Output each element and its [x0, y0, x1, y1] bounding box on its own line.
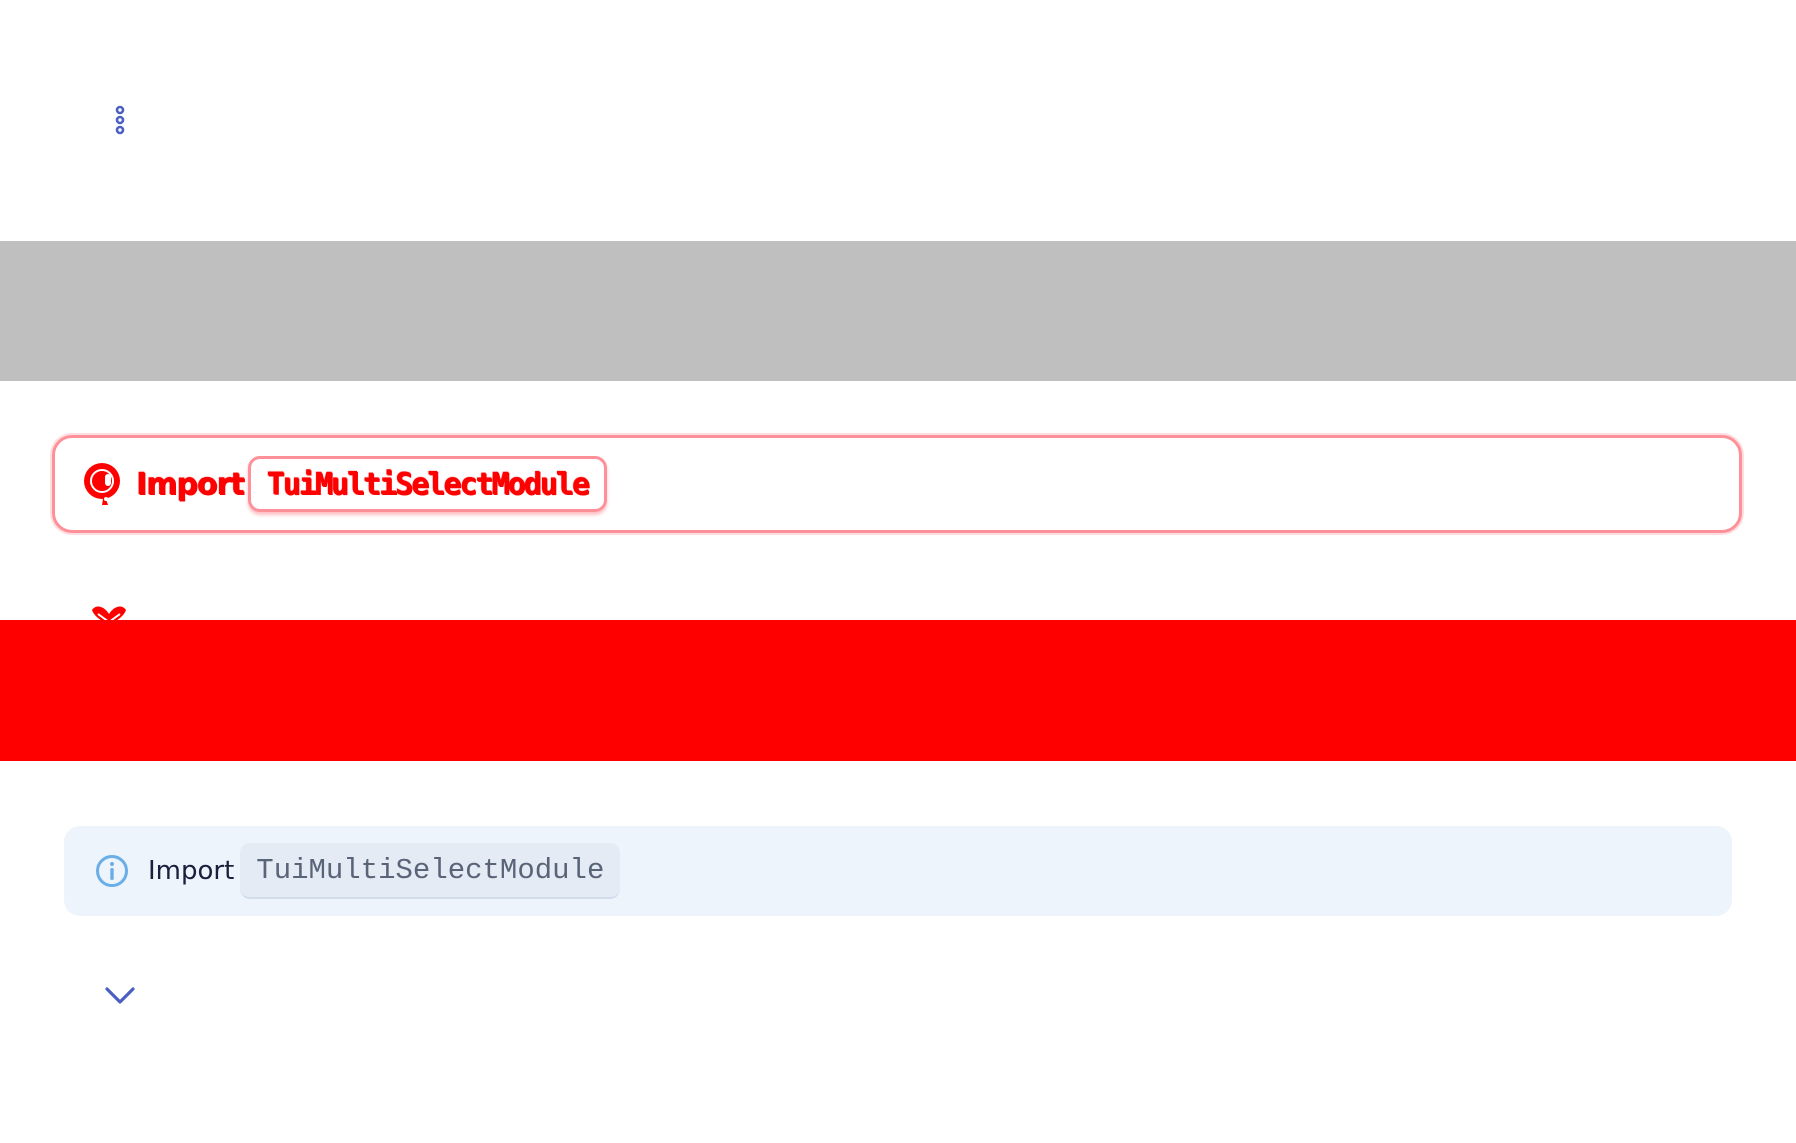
- kebab-vertical-icon[interactable]: [106, 96, 134, 144]
- import-notice: Import TuiMultiSelectModule: [64, 826, 1732, 916]
- import-label: Import: [136, 466, 245, 502]
- highlighted-import-notice: Import TuiMultiSelectModule: [52, 435, 1742, 533]
- top-card: [0, 0, 1796, 240]
- module-code: TuiMultiSelectModule: [247, 456, 607, 512]
- gray-band: [0, 241, 1796, 381]
- page: Import TuiMultiSelectModule Import TuiMu…: [0, 0, 1796, 1143]
- import-label: Import: [148, 856, 235, 886]
- info-icon: [82, 459, 126, 509]
- red-band: [0, 620, 1796, 761]
- info-circle-icon: [94, 853, 130, 889]
- chevron-down-icon[interactable]: [104, 984, 136, 1008]
- module-code: TuiMultiSelectModule: [240, 843, 621, 899]
